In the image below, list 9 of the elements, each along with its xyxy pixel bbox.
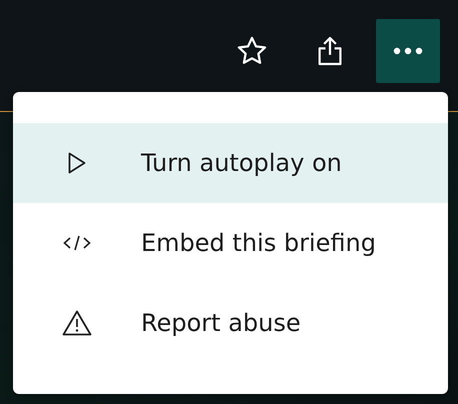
menu-item[interactable]: Turn autoplay on — [13, 123, 448, 203]
play-icon — [68, 152, 86, 174]
more-icon — [393, 47, 423, 55]
warning-icon — [62, 310, 92, 336]
more-button[interactable] — [376, 19, 440, 83]
code-icon — [63, 235, 91, 251]
share-icon — [317, 35, 343, 67]
menu-item[interactable]: Report abuse — [13, 283, 448, 363]
menu-item[interactable]: Embed this briefing — [13, 203, 448, 283]
